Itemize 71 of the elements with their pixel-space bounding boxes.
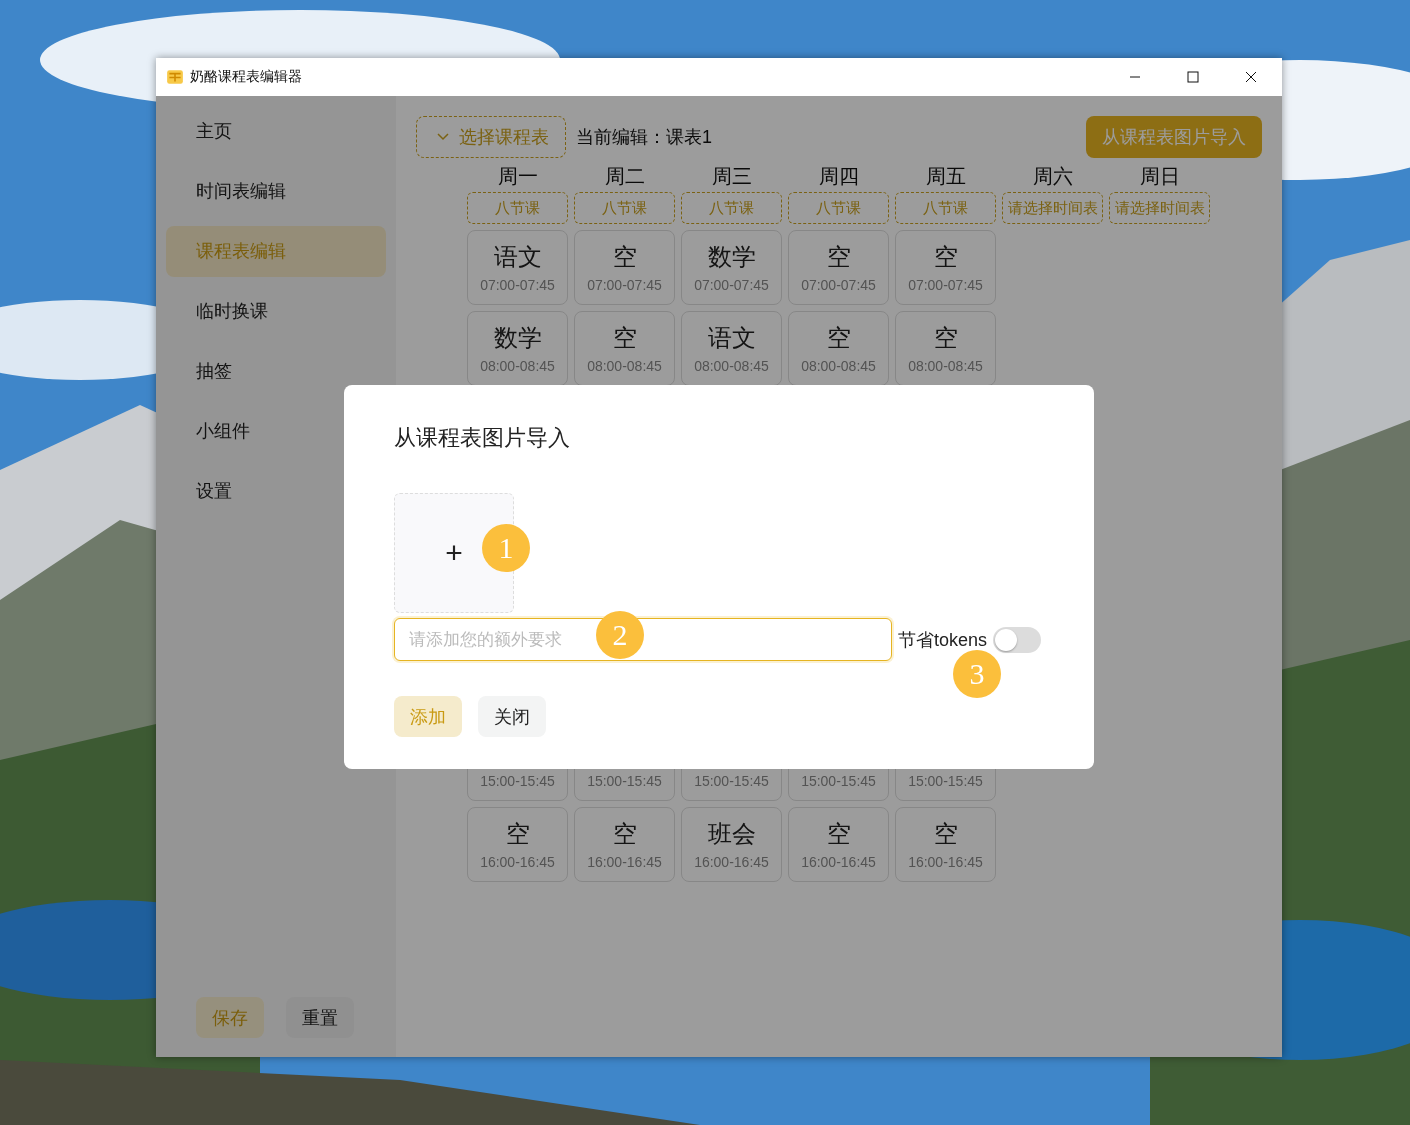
lesson-time: 08:00-08:45 [480,357,555,374]
lesson-name: 空 [933,819,958,848]
day-header: 周四 [818,164,859,189]
lesson-time: 08:00-08:45 [908,357,983,374]
lesson-time: 07:00-07:45 [908,276,983,293]
lesson-time: 15:00-15:45 [908,772,983,789]
lesson-time: 08:00-08:45 [801,357,876,374]
sidebar-item[interactable]: 时间表编辑 [166,166,386,217]
lesson-time: 07:00-07:45 [801,276,876,293]
lesson-cell[interactable]: 空 16:00-16:45 [788,807,889,882]
step-number-badge: 3 [953,650,1001,698]
lesson-time: 16:00-16:45 [587,853,662,870]
lesson-name: 空 [826,323,851,352]
day-header: 周五 [925,164,966,189]
lesson-name: 数学 [493,323,542,352]
chevron-down-icon [437,133,449,141]
maximize-icon[interactable] [1187,71,1199,83]
app-icon [166,68,184,86]
close-icon[interactable] [1245,71,1257,83]
lesson-cell[interactable]: 空 07:00-07:45 [574,230,675,305]
lesson-cell[interactable]: 数学 07:00-07:45 [681,230,782,305]
lesson-cell[interactable]: 空 16:00-16:45 [574,807,675,882]
lesson-name: 空 [933,242,958,271]
day-header: 周三 [711,164,752,189]
lesson-cell[interactable]: 空 07:00-07:45 [788,230,889,305]
current-schedule-label: 当前编辑：课表1 [576,126,712,149]
dialog-title: 从课程表图片导入 [394,424,571,452]
day-header: 周六 [1032,164,1073,189]
sidebar-item[interactable]: 抽签 [166,346,386,397]
lesson-name: 空 [612,242,637,271]
lesson-time: 16:00-16:45 [480,853,555,870]
lesson-name: 空 [612,819,637,848]
reset-button[interactable]: 重置 [286,997,354,1038]
sidebar-item[interactable]: 主页 [166,106,386,157]
lesson-cell[interactable]: 空 16:00-16:45 [467,807,568,882]
lesson-name: 空 [505,819,530,848]
lesson-name: 语文 [493,242,542,271]
lesson-cell[interactable]: 班会 16:00-16:45 [681,807,782,882]
lesson-name: 空 [826,242,851,271]
lesson-cell[interactable]: 空 07:00-07:45 [895,230,996,305]
lesson-name: 语文 [707,323,756,352]
lesson-name: 空 [933,323,958,352]
lesson-time: 07:00-07:45 [587,276,662,293]
lesson-time: 16:00-16:45 [694,853,769,870]
step-number-badge: 2 [596,611,644,659]
lesson-cell[interactable]: 空 16:00-16:45 [895,807,996,882]
day-header: 周二 [604,164,645,189]
lesson-time: 07:00-07:45 [480,276,555,293]
day-header: 周一 [497,164,538,189]
close-button[interactable]: 关闭 [478,696,546,737]
lesson-time: 15:00-15:45 [801,772,876,789]
lesson-name: 数学 [707,242,756,271]
sidebar-item[interactable]: 临时换课 [166,286,386,337]
lesson-time: 15:00-15:45 [587,772,662,789]
lesson-name: 班会 [707,819,756,848]
lesson-time: 08:00-08:45 [694,357,769,374]
step-number-badge: 1 [482,524,530,572]
lesson-time: 15:00-15:45 [480,772,555,789]
window-title: 奶酪课程表编辑器 [190,68,302,86]
day-header: 周日 [1139,164,1180,189]
lesson-time: 16:00-16:45 [801,853,876,870]
lesson-time: 16:00-16:45 [908,853,983,870]
save-tokens-switch[interactable] [993,626,1042,653]
lesson-name: 空 [826,819,851,848]
plus-icon: + [445,536,463,570]
lesson-time: 15:00-15:45 [694,772,769,789]
save-tokens-label: 节省tokens [898,628,988,652]
lesson-time: 08:00-08:45 [587,357,662,374]
lesson-name: 空 [612,323,637,352]
lesson-cell[interactable]: 语文 07:00-07:45 [467,230,568,305]
lesson-time: 07:00-07:45 [694,276,769,293]
